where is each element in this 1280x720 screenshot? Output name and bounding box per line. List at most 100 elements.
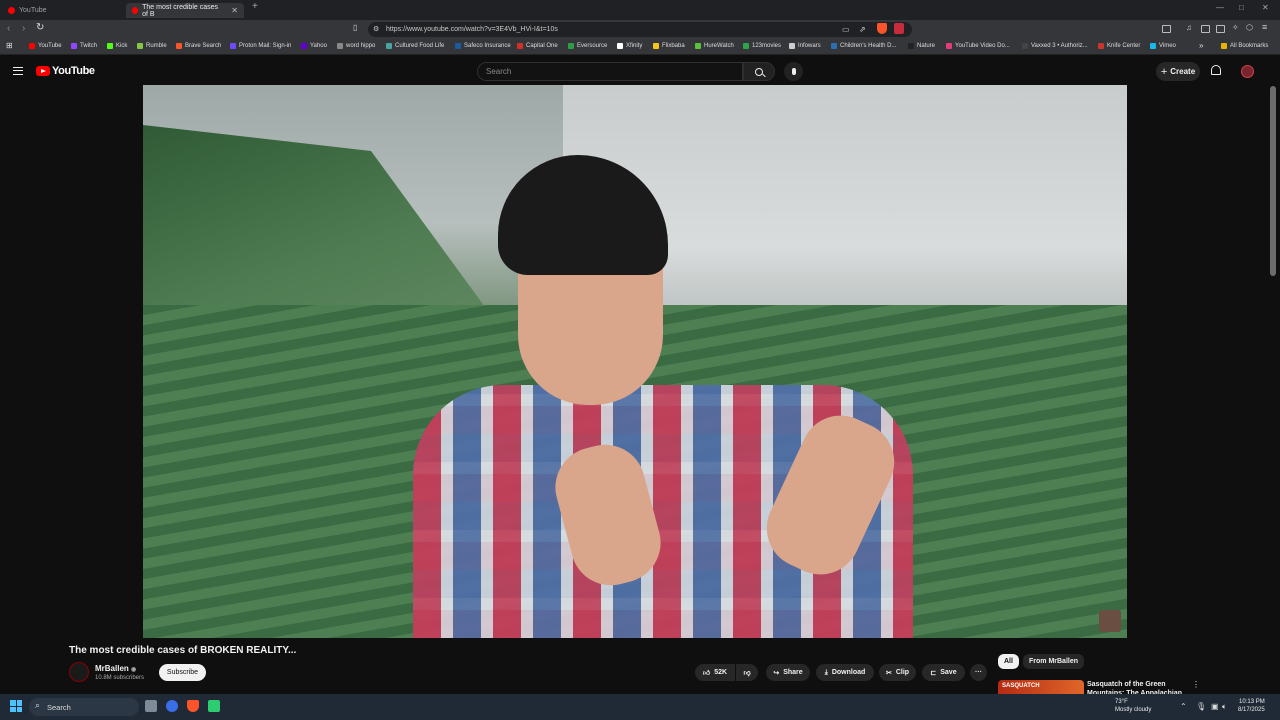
volume-icon[interactable]: 🔈︎ xyxy=(1222,702,1227,712)
dislike-button[interactable]: 👎︎ xyxy=(736,664,758,681)
reading-list-icon[interactable] xyxy=(1201,25,1210,33)
bookmark-item[interactable]: Safeco Insurance xyxy=(455,43,511,49)
back-icon[interactable]: ‹ xyxy=(7,23,10,34)
tab-youtube[interactable]: YouTube xyxy=(2,3,122,18)
share-button[interactable]: ↪ Share xyxy=(766,664,810,681)
bookmark-favicon-icon xyxy=(743,43,749,49)
recommended-menu-icon[interactable]: ⋮ xyxy=(1192,680,1200,689)
bookmark-item[interactable]: Kick xyxy=(107,43,127,49)
weather-temp: 73°F xyxy=(1115,699,1128,705)
download-button[interactable]: ⤓ Download xyxy=(816,664,874,681)
bookmark-favicon-icon xyxy=(617,43,623,49)
brave-shields-icon[interactable] xyxy=(877,23,887,34)
chip-all[interactable]: All xyxy=(998,654,1019,669)
bookmark-item[interactable]: Twitch xyxy=(71,43,97,49)
apps-grid-icon[interactable]: ⊞ xyxy=(6,41,13,50)
clip-button[interactable]: ✂ Clip xyxy=(879,664,916,681)
bookmark-favicon-icon xyxy=(137,43,143,49)
bookmark-page-icon[interactable]: ▯ xyxy=(353,23,357,32)
media-icon[interactable]: ♫ xyxy=(1186,23,1192,32)
app-taskbar-icon[interactable] xyxy=(208,700,220,712)
bookmark-item[interactable]: word hippo xyxy=(337,43,375,49)
close-window-icon[interactable]: ✕ xyxy=(1262,3,1269,12)
tab-video[interactable]: The most credible cases of B ✕ xyxy=(126,3,244,18)
channel-watermark[interactable] xyxy=(1099,610,1121,632)
scissors-icon: ✂ xyxy=(885,669,892,677)
taskbar-search[interactable]: ⌕ Search xyxy=(29,698,139,716)
page-scrollbar[interactable] xyxy=(1270,86,1276,276)
brave-rewards-icon[interactable] xyxy=(894,23,904,34)
windows-start-icon[interactable] xyxy=(10,700,22,712)
bookmarks-overflow-icon[interactable]: » xyxy=(1199,41,1203,50)
bookmark-item[interactable]: Nature xyxy=(908,43,935,49)
weather-widget[interactable]: 73°F Mostly cloudy xyxy=(1115,698,1151,714)
microphone-tray-icon[interactable]: 🎙︎ xyxy=(1196,702,1206,711)
bookmark-item[interactable]: Proton Mail: Sign-in xyxy=(230,43,291,49)
cast-icon[interactable]: ▭ xyxy=(842,25,850,34)
bookmark-label: Eversource xyxy=(577,43,608,49)
bookmark-item[interactable]: Brave Search xyxy=(176,43,221,49)
search-input[interactable]: Search xyxy=(477,62,743,81)
share-page-icon[interactable]: ⇗ xyxy=(859,25,866,34)
subscribe-button[interactable]: Subscribe xyxy=(159,664,206,681)
youtube-logo-icon[interactable] xyxy=(36,66,50,76)
reload-icon[interactable]: ↻ xyxy=(36,22,44,33)
bookmark-item[interactable]: HureWatch xyxy=(695,43,734,49)
bookmark-item[interactable]: Infowars xyxy=(789,43,821,49)
tray-chevron-icon[interactable]: ⌃ xyxy=(1180,702,1187,711)
bookmark-item[interactable]: Eversource xyxy=(568,43,607,49)
channel-avatar[interactable] xyxy=(69,662,89,682)
create-button[interactable]: + Create xyxy=(1156,62,1200,81)
bookmark-item[interactable]: Vimeo xyxy=(1150,43,1176,49)
bookmark-item[interactable]: Flixbaba xyxy=(653,43,685,49)
bookmark-item[interactable]: YouTube Video Do... xyxy=(946,43,1010,49)
vpn-icon[interactable]: ⬡ xyxy=(1246,23,1253,32)
notifications-bell-icon[interactable] xyxy=(1211,65,1221,75)
menu-hamburger-icon[interactable] xyxy=(13,67,23,75)
bookmark-item[interactable]: Rumble xyxy=(137,43,167,49)
channel-name[interactable]: MrBallen ◉ xyxy=(95,664,136,673)
forward-icon[interactable]: › xyxy=(22,23,25,34)
youtube-logo-text[interactable]: YouTube xyxy=(52,65,95,77)
browser-taskbar-icon[interactable] xyxy=(166,700,178,712)
folder-icon xyxy=(1221,43,1227,49)
recommended-thumbnail[interactable]: SASQUATCH xyxy=(998,680,1084,694)
close-tab-icon[interactable]: ✕ xyxy=(231,6,238,15)
more-actions-button[interactable]: ··· xyxy=(970,664,987,681)
account-avatar[interactable] xyxy=(1241,65,1254,78)
bookmark-item[interactable]: YouTube xyxy=(29,43,62,49)
bookmark-item[interactable]: Capital One xyxy=(517,43,558,49)
leo-icon[interactable]: ✧ xyxy=(1232,23,1239,32)
bookmark-item[interactable]: Xfinity xyxy=(617,43,642,49)
new-tab-button[interactable]: + xyxy=(252,1,258,12)
save-button[interactable]: ⊏ Save xyxy=(922,664,965,681)
maximize-icon[interactable]: □ xyxy=(1239,3,1244,12)
address-bar[interactable]: ⚙ https://www.youtube.com/watch?v=3E4Vb_… xyxy=(368,22,912,37)
all-bookmarks-button[interactable]: All Bookmarks xyxy=(1221,43,1268,49)
minimize-icon[interactable]: — xyxy=(1216,3,1224,12)
youtube-header: YouTube Search + Create xyxy=(0,56,1280,86)
task-view-icon[interactable] xyxy=(145,700,157,712)
bookmark-item[interactable]: Cultured Food Life xyxy=(386,43,444,49)
search-icon xyxy=(755,67,763,76)
bookmark-item[interactable]: 123movies xyxy=(743,43,781,49)
video-presenter xyxy=(403,155,923,638)
site-info-icon[interactable]: ⚙ xyxy=(373,25,379,33)
video-player[interactable] xyxy=(143,85,1127,638)
bookmark-item[interactable]: Knife Center xyxy=(1098,43,1140,49)
bookmark-label: Safeco Insurance xyxy=(464,43,511,49)
network-icon[interactable]: ▣ xyxy=(1211,702,1219,711)
search-button[interactable] xyxy=(743,62,775,81)
taskbar-clock[interactable]: 10:13 PM 8/17/2025 xyxy=(1238,698,1265,714)
menu-icon[interactable]: ≡ xyxy=(1262,22,1267,32)
bookmark-item[interactable]: Yahoo xyxy=(301,43,327,49)
wallet-icon[interactable] xyxy=(1216,25,1225,33)
chip-from-channel[interactable]: From MrBallen xyxy=(1023,654,1085,669)
sidebar-icon[interactable] xyxy=(1162,25,1171,33)
brave-taskbar-icon[interactable] xyxy=(187,700,199,712)
bookmark-favicon-icon xyxy=(831,43,837,49)
bookmark-item[interactable]: Children's Health D... xyxy=(831,43,897,49)
voice-search-button[interactable] xyxy=(784,62,803,81)
bookmark-item[interactable]: Vaxxed 3 • Authoriz... xyxy=(1022,43,1088,49)
like-button[interactable]: 👍︎ 52K xyxy=(695,664,735,681)
